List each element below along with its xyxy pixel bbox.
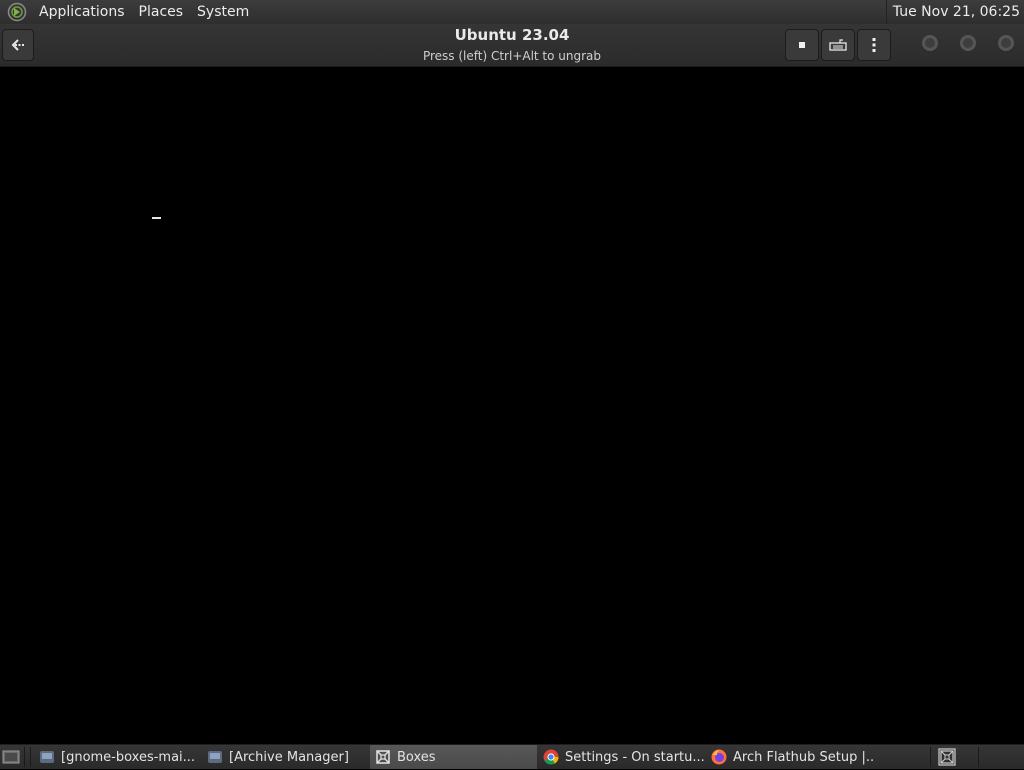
task-label: [gnome-boxes-mai... <box>61 749 196 765</box>
task-label: [Archive Manager] <box>229 749 349 765</box>
boxes-icon <box>938 748 956 766</box>
bottom-panel: [gnome-boxes-mai... [Archive Manager] Bo… <box>0 744 1024 769</box>
maximize-button[interactable] <box>960 35 976 51</box>
menu-places[interactable]: Places <box>132 0 191 24</box>
distro-logo-icon[interactable] <box>6 1 28 23</box>
firefox-icon <box>710 748 728 766</box>
kebab-menu-icon <box>872 38 876 52</box>
separator <box>24 747 25 767</box>
keyboard-icon <box>829 39 847 51</box>
clock[interactable]: Tue Nov 21, 06:25 <box>885 0 1020 24</box>
show-desktop-icon <box>2 750 20 764</box>
separator <box>978 747 979 767</box>
menu-button[interactable] <box>857 29 891 61</box>
text-cursor <box>152 217 161 219</box>
boxes-icon <box>374 748 392 766</box>
task-firefox-arch-flathub[interactable]: Arch Flathub Setup |... <box>706 745 874 769</box>
separator <box>30 747 31 767</box>
keyboard-button[interactable] <box>821 29 855 61</box>
archive-manager-icon <box>206 748 224 766</box>
task-label: Boxes <box>397 749 436 765</box>
vm-header-bar: Ubuntu 23.04 Press (left) Ctrl+Alt to un… <box>0 24 1024 67</box>
task-chrome-settings[interactable]: Settings - On startu... <box>538 745 706 769</box>
task-label: Settings - On startu... <box>565 749 705 765</box>
task-label: Arch Flathub Setup |... <box>733 749 874 765</box>
menu-system[interactable]: System <box>190 0 256 24</box>
separator <box>930 747 931 767</box>
stop-button[interactable] <box>785 29 819 61</box>
close-button[interactable] <box>998 35 1014 51</box>
task-boxes[interactable]: Boxes <box>370 745 537 769</box>
stop-icon <box>799 42 805 48</box>
vm-display[interactable] <box>0 67 1024 744</box>
menu-applications[interactable]: Applications <box>32 0 132 24</box>
minimize-button[interactable] <box>922 35 938 51</box>
chrome-icon <box>542 748 560 766</box>
task-gnome-boxes-files[interactable]: [gnome-boxes-mai... <box>34 745 202 769</box>
file-manager-icon <box>38 748 56 766</box>
top-panel: Applications Places System Tue Nov 21, 0… <box>0 0 1024 24</box>
show-desktop-button[interactable] <box>2 748 20 766</box>
task-archive-manager[interactable]: [Archive Manager] <box>202 745 370 769</box>
workspace-switcher[interactable] <box>935 745 959 769</box>
